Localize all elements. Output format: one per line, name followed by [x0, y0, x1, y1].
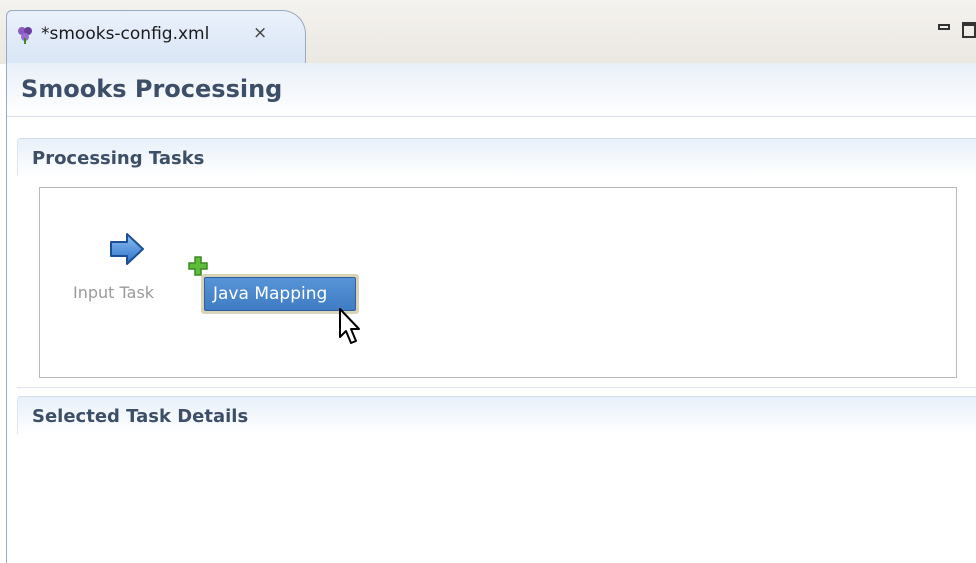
java-mapping-drag-item[interactable]: Java Mapping: [201, 274, 359, 314]
section-processing-tasks[interactable]: Processing Tasks: [17, 138, 976, 176]
window-controls: [930, 20, 976, 40]
section-title-selected-task-details: Selected Task Details: [32, 406, 249, 427]
input-task-node[interactable]: Input Task: [73, 231, 183, 321]
mouse-pointer-icon: [339, 308, 360, 344]
minimize-icon[interactable]: [938, 24, 950, 30]
header-divider: [7, 116, 976, 117]
smooks-file-icon: [18, 27, 32, 44]
tab-title: *smooks-config.xml: [41, 24, 210, 44]
editor-area: Smooks Processing Processing Tasks Input…: [6, 63, 976, 563]
editor-tab-bar: *smooks-config.xml ⨯: [0, 0, 976, 64]
section-selected-task-details[interactable]: Selected Task Details: [17, 396, 976, 434]
section-divider: [17, 387, 976, 388]
right-arrow-icon: [110, 233, 144, 265]
section-title-processing-tasks: Processing Tasks: [32, 148, 205, 169]
maximize-icon[interactable]: [962, 22, 976, 38]
editor-tab[interactable]: *smooks-config.xml ⨯: [6, 10, 306, 64]
page-title: Smooks Processing: [21, 75, 283, 103]
java-mapping-label: Java Mapping: [204, 277, 356, 311]
page-header: Smooks Processing: [7, 63, 976, 117]
input-task-label: Input Task: [73, 283, 155, 302]
close-icon[interactable]: ⨯: [253, 23, 267, 43]
